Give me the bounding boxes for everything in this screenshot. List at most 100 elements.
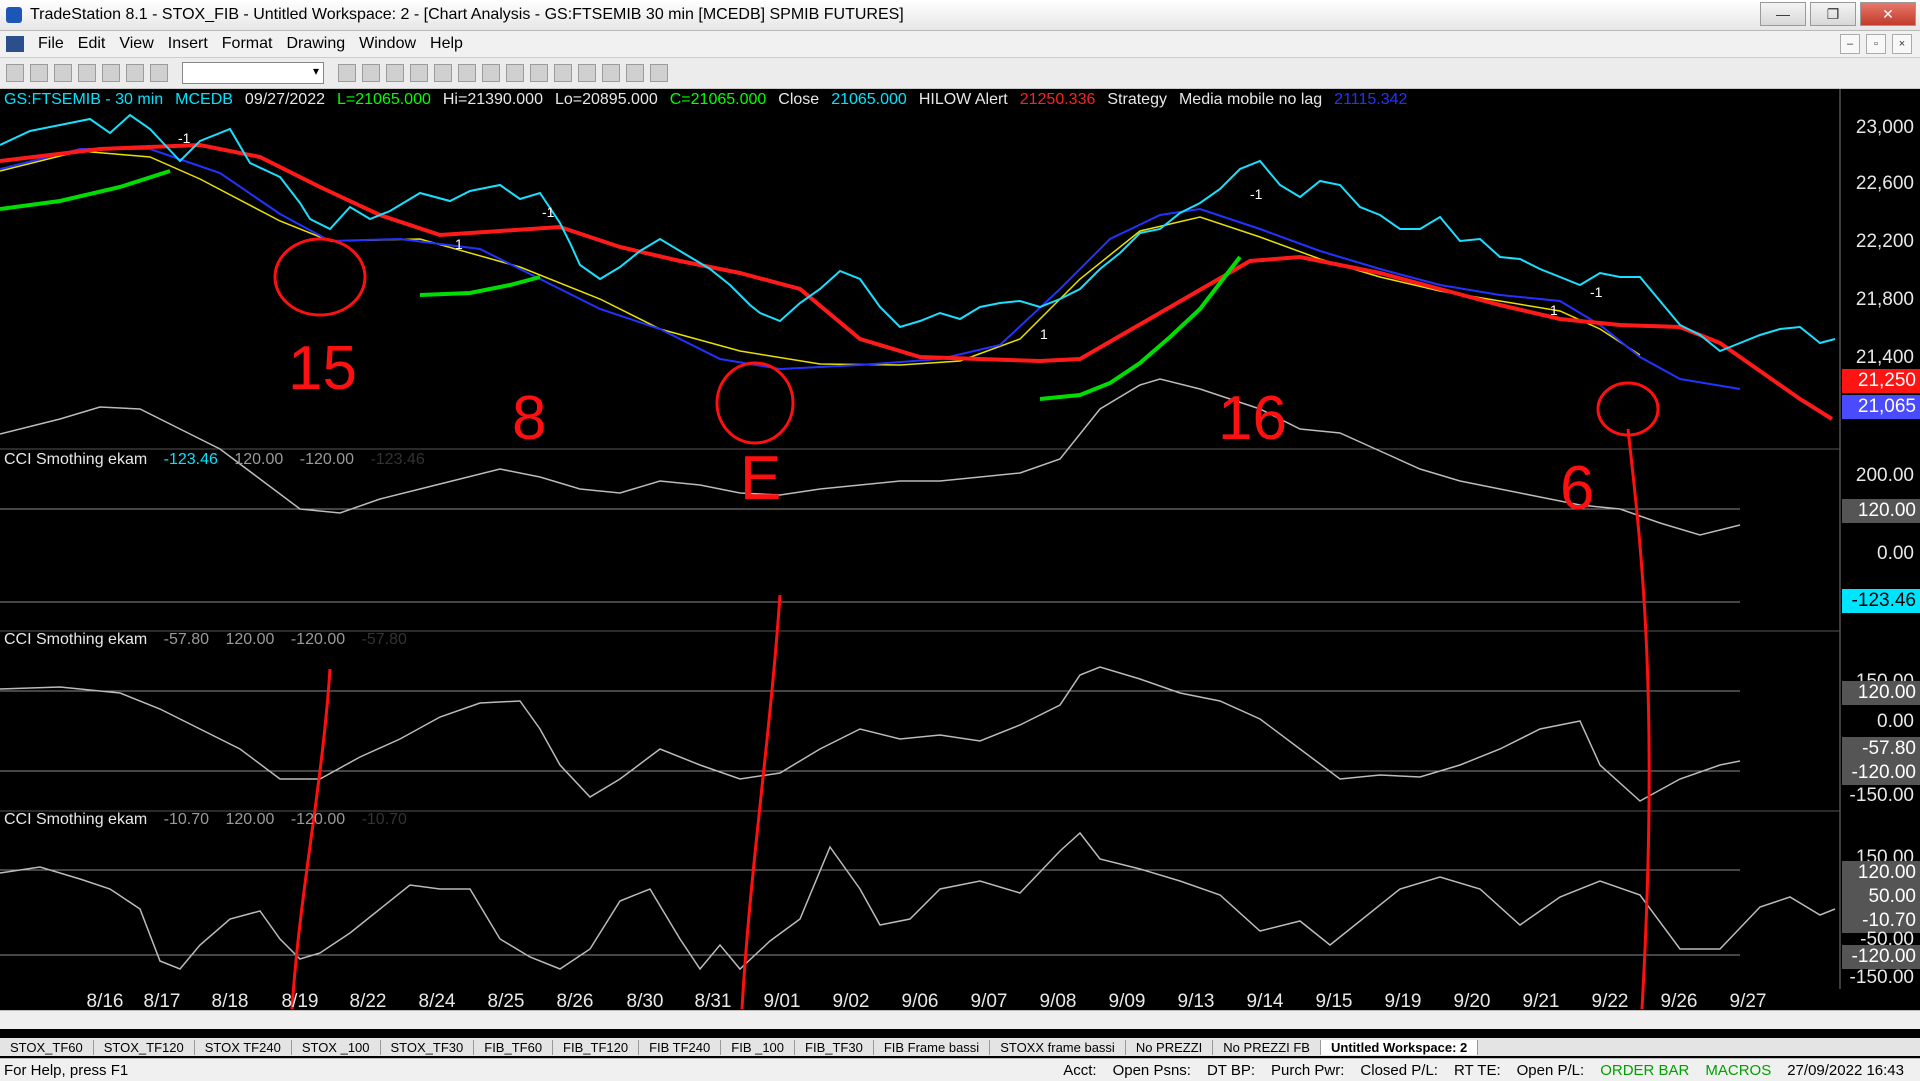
cci2-upper-tag: 120.00 — [1842, 681, 1920, 705]
fib-icon[interactable] — [578, 64, 596, 82]
horizontal-scrollbar[interactable] — [0, 1010, 1920, 1029]
hilow-label: HILOW Alert — [918, 91, 1008, 108]
tab-stox-tf30[interactable]: STOX_TF30 — [381, 1039, 475, 1055]
menu-drawing[interactable]: Drawing — [286, 35, 345, 53]
strategy-label: Strategy — [1107, 91, 1167, 108]
cci2-label-row: CCI Smothing ekam -57.80 120.00 -120.00 … — [4, 631, 419, 649]
menu-help[interactable]: Help — [430, 35, 463, 53]
close-button[interactable]: ✕ — [1860, 2, 1916, 26]
price-axis[interactable]: 23,000 22,600 22,200 21,800 21,400 21,25… — [1842, 89, 1920, 1009]
hilow-value: 21250.336 — [1019, 91, 1096, 108]
trendline-icon[interactable] — [554, 64, 572, 82]
chart-canvas: -1 1 -1 1 -1 1 -1 15 8 E 16 6 — [0, 89, 1841, 1009]
zoom-in-icon[interactable] — [482, 64, 500, 82]
green-trend-line-2 — [419, 275, 541, 297]
menu-edit[interactable]: Edit — [78, 35, 106, 53]
cci3-upper: 120.00 — [225, 811, 275, 828]
tab-no-prezzi-fb[interactable]: No PREZZI FB — [1213, 1039, 1321, 1055]
axis-label: 22,600 — [1855, 173, 1914, 194]
menu-view[interactable]: View — [119, 35, 153, 53]
copy-icon[interactable] — [102, 64, 120, 82]
tab-fib-tf30[interactable]: FIB_TF30 — [795, 1039, 874, 1055]
bar-icon[interactable] — [458, 64, 476, 82]
cci1-name: CCI Smothing ekam — [4, 451, 148, 468]
chart-window-icon[interactable] — [6, 36, 24, 52]
chart-icon[interactable] — [362, 64, 380, 82]
handwritten-6: 6 — [1560, 454, 1594, 523]
cci3-value-dim: -10.70 — [361, 811, 407, 828]
cci2-value-tag: -57.80 — [1842, 737, 1920, 761]
cci1-upper-tag: 120.00 — [1842, 499, 1920, 523]
maximize-button[interactable]: ❐ — [1810, 2, 1856, 26]
zoom-out-icon[interactable] — [506, 64, 524, 82]
mdi-minimize-button[interactable]: – — [1840, 34, 1860, 54]
tab-fib-frame-bassi[interactable]: FIB Frame bassi — [874, 1039, 991, 1055]
mdi-close-button[interactable]: × — [1892, 34, 1912, 54]
strategy-mark: -1 — [1590, 284, 1603, 300]
strategy-mark: 1 — [1550, 302, 1558, 318]
menu-format[interactable]: Format — [222, 35, 273, 53]
pointer-icon[interactable] — [530, 64, 548, 82]
text-tool-icon[interactable] — [650, 64, 668, 82]
link-icon[interactable] — [434, 64, 452, 82]
cci3-line — [0, 831, 1836, 971]
status-bar: For Help, press F1 Acct: Open Psns: DT B… — [0, 1058, 1920, 1081]
tab-untitled-workspace[interactable]: Untitled Workspace: 2 — [1320, 1039, 1479, 1055]
chart-analysis-window[interactable]: -1 1 -1 1 -1 1 -1 15 8 E 16 6 GS:FTSEMIB… — [0, 89, 1920, 1012]
arrow-up-icon[interactable] — [602, 64, 620, 82]
open-icon[interactable] — [30, 64, 48, 82]
status-acct: Acct: — [1063, 1061, 1097, 1079]
tab-fib-tf120[interactable]: FIB_TF120 — [553, 1039, 640, 1055]
save-icon[interactable] — [54, 64, 72, 82]
minimize-button[interactable]: — — [1760, 2, 1806, 26]
tab-stox-100[interactable]: STOX _100 — [292, 1039, 381, 1055]
cci2-upper: 120.00 — [225, 631, 275, 648]
cci3-upper-tag: 120.00 — [1842, 861, 1920, 885]
strategy-mark: -1 — [178, 130, 191, 146]
yellow-ma-line — [0, 150, 1641, 366]
order-bar-button[interactable]: ORDER BAR — [1600, 1062, 1689, 1079]
menu-file[interactable]: File — [38, 35, 64, 53]
print-icon[interactable] — [78, 64, 96, 82]
tab-stox-tf240[interactable]: STOX TF240 — [195, 1039, 292, 1055]
window-title: TradeStation 8.1 - STOX_FIB - Untitled W… — [30, 6, 904, 23]
lock-icon[interactable] — [150, 64, 168, 82]
cci1-value: -123.46 — [163, 451, 218, 468]
tab-no-prezzi[interactable]: No PREZZI — [1126, 1039, 1214, 1055]
tab-stox-tf60[interactable]: STOX_TF60 — [0, 1039, 94, 1055]
handwritten-8: 8 — [512, 384, 546, 453]
tab-fib-tf60[interactable]: FIB_TF60 — [474, 1039, 554, 1055]
tab-fib-tf240[interactable]: FIB TF240 — [639, 1039, 722, 1055]
menu-insert[interactable]: Insert — [168, 35, 208, 53]
status-open-pl: Open P/L: — [1516, 1061, 1585, 1079]
cci1-label-row: CCI Smothing ekam -123.46 120.00 -120.00… — [4, 451, 437, 469]
axis-label: 21,800 — [1855, 289, 1914, 310]
status-dt-bp: DT BP: — [1206, 1061, 1256, 1079]
tab-fib-100[interactable]: FIB _100 — [721, 1039, 796, 1055]
cci2-value: -57.80 — [163, 631, 209, 648]
menu-window[interactable]: Window — [359, 35, 416, 53]
cci2-axis-label: -150.00 — [1849, 785, 1914, 806]
new-icon[interactable] — [6, 64, 24, 82]
close-value: 21065.000 — [831, 91, 907, 108]
toolbar — [0, 58, 1920, 89]
help-text: For Help, press F1 — [4, 1061, 129, 1079]
circle-tool-icon[interactable] — [626, 64, 644, 82]
cci3-axis-label: -150.00 — [1849, 967, 1914, 988]
mdi-restore-button[interactable]: ▫ — [1866, 34, 1886, 54]
go-icon[interactable] — [338, 64, 356, 82]
grid-icon[interactable] — [386, 64, 404, 82]
handwritten-16: 16 — [1218, 384, 1287, 453]
price-series — [0, 113, 1836, 353]
tab-stoxx-frame-bassi[interactable]: STOXX frame bassi — [990, 1039, 1126, 1055]
status-open-psns: Open Psns: — [1112, 1061, 1191, 1079]
cci2-axis-label: 0.00 — [1877, 711, 1914, 732]
macros-button[interactable]: MACROS — [1705, 1062, 1771, 1079]
tab-stox-tf120[interactable]: STOX_TF120 — [94, 1039, 195, 1055]
cci1-lower: -120.00 — [299, 451, 354, 468]
handwritten-e: E — [740, 444, 781, 513]
workspace-icon[interactable] — [410, 64, 428, 82]
paste-icon[interactable] — [126, 64, 144, 82]
symbol-dropdown[interactable] — [182, 62, 324, 84]
chart-info-bar: GS:FTSEMIB - 30 min MCEDB 09/27/2022 L=2… — [0, 89, 1407, 111]
